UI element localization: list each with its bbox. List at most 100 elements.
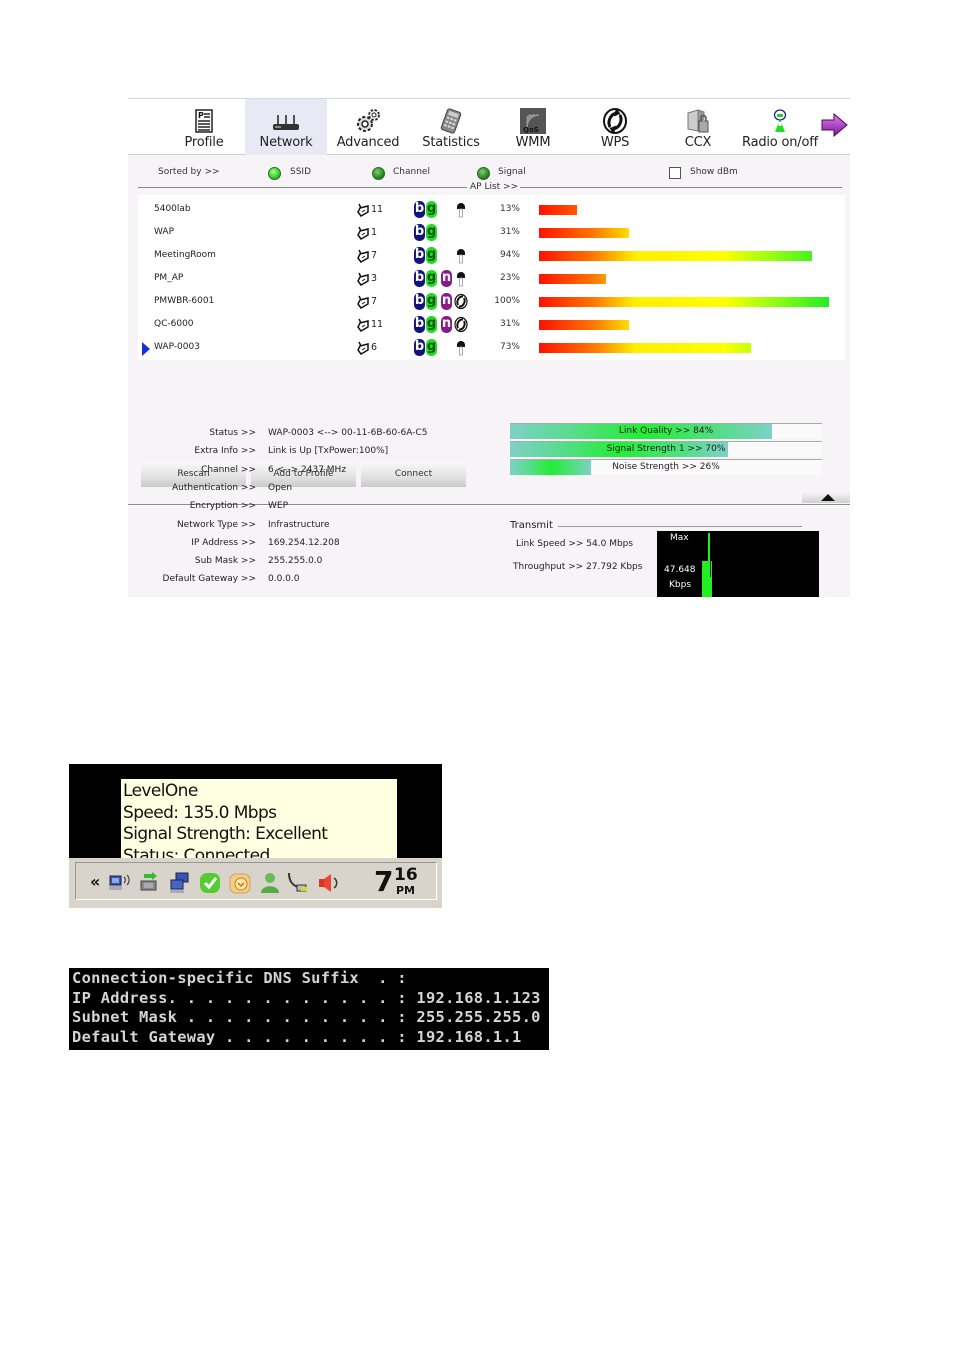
toolbar-wps[interactable]: WPS	[574, 99, 656, 155]
toolbar-ccx[interactable]: CCX	[657, 99, 739, 155]
status-key: Status >>	[209, 428, 256, 438]
mode-b-icon: b	[414, 316, 425, 333]
speaker-icon[interactable]	[316, 871, 340, 895]
mode-n-icon: n	[441, 316, 452, 333]
toolbar-statistics[interactable]: Statistics	[410, 99, 492, 155]
toolbar-profile[interactable]: P Profile	[163, 99, 245, 155]
status-key: Extra Info >>	[194, 446, 256, 457]
ap-ssid: QC-6000	[154, 319, 194, 329]
show-hidden-icons-button[interactable]: «	[90, 872, 100, 891]
ap-signal-bar	[539, 343, 751, 353]
mode-b-icon: b	[414, 293, 425, 310]
status-row: Sub Mask >> 255.255.0.0	[128, 556, 488, 572]
channel-icon	[356, 248, 370, 263]
graph-tick	[710, 561, 711, 577]
toolbar-advanced[interactable]: Advanced	[327, 99, 409, 155]
ap-signal-bar	[539, 297, 829, 307]
network-computers-icon[interactable]	[168, 871, 192, 895]
collapse-button[interactable]	[802, 493, 850, 503]
meter-bar: Noise Strength >> 26%	[510, 459, 822, 475]
toolbar-statistics-label: Statistics	[422, 135, 480, 150]
status-key: Authentication >>	[171, 482, 256, 493]
network-transfer-icon[interactable]	[138, 871, 162, 895]
shield-check-icon[interactable]	[198, 871, 222, 895]
router-icon	[273, 115, 299, 130]
toolbar-wmm-label: WMM	[515, 135, 551, 150]
clock-minute[interactable]: 16	[394, 865, 418, 885]
calculator-icon	[440, 108, 462, 134]
status-row: Extra Info >> Link is Up [TxPower:100%]	[128, 446, 488, 462]
ap-ssid: WAP	[154, 227, 174, 237]
svg-text:P: P	[198, 111, 204, 120]
ap-list-row[interactable]: MeetingRoom 7 b g 94%	[138, 244, 845, 267]
ap-list-row[interactable]: QC-6000 11 b g n 31%	[138, 313, 845, 336]
ap-signal-percent: 100%	[494, 296, 520, 306]
notification-area: « 7 16 PM	[75, 862, 437, 900]
console-line: IP Address. . . . . . . . . . . . : 192.…	[72, 988, 541, 1007]
ap-list-row[interactable]: 5400lab 11 b g 13%	[138, 198, 845, 221]
ap-signal-bar	[539, 228, 629, 238]
tooltip-line: LevelOne	[123, 781, 198, 801]
status-value: Infrastructure	[268, 519, 330, 530]
ap-signal-bar	[539, 320, 629, 330]
mode-b-icon: b	[414, 201, 425, 218]
gears-icon	[357, 109, 380, 132]
console-line: Subnet Mask . . . . . . . . . . . : 255.…	[72, 1008, 541, 1026]
status-value: 169.254.12.208	[268, 537, 340, 548]
ap-signal-percent: 94%	[499, 250, 520, 260]
svg-text:QoS: QoS	[523, 126, 539, 134]
ap-list-row[interactable]: WAP 1 b g 31%	[138, 221, 845, 244]
wireless-network-icon[interactable]	[108, 871, 132, 895]
divider	[520, 187, 842, 188]
ap-list-row[interactable]: PM_AP 3 b g n 23%	[138, 267, 845, 290]
toolbar-ccx-label: CCX	[684, 135, 712, 150]
encryption-key-icon	[454, 339, 468, 356]
mode-g-icon: g	[426, 201, 437, 218]
toolbar-radio-on-off[interactable]: Radio on/off	[739, 99, 821, 155]
ap-list-row[interactable]: PMWBR-6001 7 b g n 100%	[138, 290, 845, 313]
status-key: Network Type >>	[176, 519, 256, 530]
status-key: IP Address >>	[191, 537, 256, 548]
mode-b-icon: b	[414, 339, 425, 356]
sort-ssid-label: SSID	[290, 167, 312, 177]
wps-icon	[454, 316, 468, 333]
toolbar-network-label: Network	[259, 135, 313, 150]
clock-ampm[interactable]: PM	[396, 884, 415, 897]
toolbar-network[interactable]: Network	[245, 99, 327, 155]
channel-icon	[356, 271, 370, 286]
arrow-right-icon[interactable]	[820, 111, 850, 139]
status-key: Default Gateway >>	[162, 574, 256, 585]
show-dbm-checkbox[interactable]	[669, 167, 681, 179]
ap-signal-percent: 23%	[499, 273, 520, 283]
sort-signal-label: Signal	[498, 167, 526, 177]
ap-list-row[interactable]: WAP-0003 6 b g 73%	[138, 336, 845, 359]
main-toolbar: P Profile Network Advanced Statistics Qo…	[128, 98, 850, 155]
sort-channel-radio[interactable]	[372, 167, 385, 180]
ap-channel: 11	[371, 319, 384, 330]
status-value: Link is Up [TxPower:100%]	[268, 446, 389, 457]
sort-signal-radio[interactable]	[477, 167, 490, 180]
user-icon[interactable]	[258, 871, 282, 895]
wps-icon	[603, 108, 627, 134]
channel-icon	[356, 225, 370, 240]
channel-icon	[356, 294, 370, 309]
console-line: Connection-specific DNS Suffix . :	[72, 969, 407, 987]
clock-badge-icon[interactable]	[228, 871, 252, 895]
graph-max-label: Max	[670, 533, 689, 543]
usb-cable-icon[interactable]	[286, 871, 310, 895]
graph-value: 47.648	[664, 565, 696, 575]
wps-icon	[454, 293, 468, 310]
selected-arrow-icon	[142, 342, 150, 356]
toolbar-wmm[interactable]: QoS WMM	[492, 99, 574, 155]
status-row: Channel >> 6 <--> 2437 MHz	[128, 465, 488, 481]
ap-ssid: MeetingRoom	[154, 250, 216, 260]
channel-icon	[356, 202, 370, 217]
sort-ssid-radio[interactable]	[268, 167, 281, 180]
ap-signal-percent: 13%	[499, 204, 520, 214]
ap-signal-bar	[539, 274, 606, 284]
sort-bar: Sorted by >> SSID Channel Signal Show dB…	[128, 155, 850, 195]
ap-ssid: PMWBR-6001	[154, 296, 215, 306]
throughput-graph: Max 47.648 Kbps	[657, 531, 819, 597]
clock-hour[interactable]: 7	[374, 865, 393, 898]
mode-b-icon: b	[414, 270, 425, 287]
